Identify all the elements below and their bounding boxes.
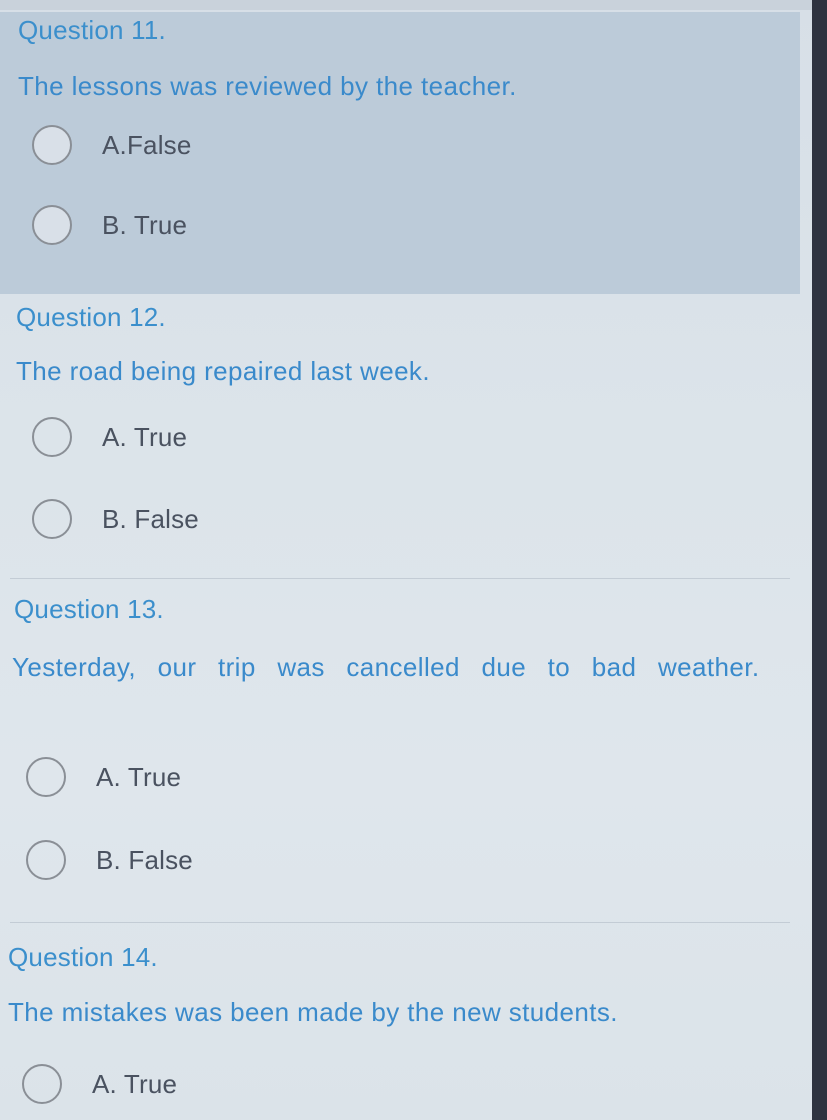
radio-button[interactable]	[26, 757, 66, 797]
question-text: The road being repaired last week.	[16, 356, 430, 386]
option-b[interactable]: B. False	[26, 840, 193, 880]
option-label: B. False	[96, 844, 193, 875]
radio-button[interactable]	[32, 417, 72, 457]
option-label: A. True	[96, 761, 182, 792]
option-a[interactable]: A. True	[26, 757, 181, 797]
question-title: Question 12.	[16, 302, 166, 332]
option-a[interactable]: A. True	[22, 1064, 177, 1104]
radio-button[interactable]	[32, 499, 72, 539]
question-text: Yesterday, our trip was cancelled due to…	[12, 652, 760, 682]
option-a[interactable]: A. True	[32, 417, 187, 457]
question-divider	[10, 922, 790, 923]
option-label: A. True	[92, 1068, 178, 1099]
question-title: Question 13.	[14, 594, 164, 624]
option-label: A. True	[102, 421, 188, 452]
option-a[interactable]: A.False	[32, 125, 192, 165]
question-title: Question 14.	[8, 942, 158, 972]
question-card-14: Question 14. The mistakes was been made …	[0, 928, 800, 1120]
option-b[interactable]: B. True	[32, 205, 187, 245]
radio-button[interactable]	[32, 205, 72, 245]
question-divider	[10, 578, 790, 579]
top-strip	[0, 0, 812, 10]
radio-button[interactable]	[32, 125, 72, 165]
quiz-screen: Question 11. The lessons was reviewed by…	[0, 0, 812, 1120]
question-card-12: Question 12. The road being repaired las…	[0, 294, 800, 584]
question-card-11: Question 11. The lessons was reviewed by…	[0, 12, 800, 294]
option-label: B. True	[102, 209, 188, 240]
option-b[interactable]: B. False	[32, 499, 199, 539]
question-text: The lessons was reviewed by the teacher.	[18, 71, 517, 101]
option-label: B. False	[102, 503, 199, 534]
option-label: A.False	[102, 129, 192, 160]
question-text: The mistakes was been made by the new st…	[8, 997, 618, 1027]
radio-button[interactable]	[22, 1064, 62, 1104]
question-card-13: Question 13. Yesterday, our trip was can…	[0, 584, 800, 914]
question-title: Question 11.	[18, 15, 166, 45]
radio-button[interactable]	[26, 840, 66, 880]
